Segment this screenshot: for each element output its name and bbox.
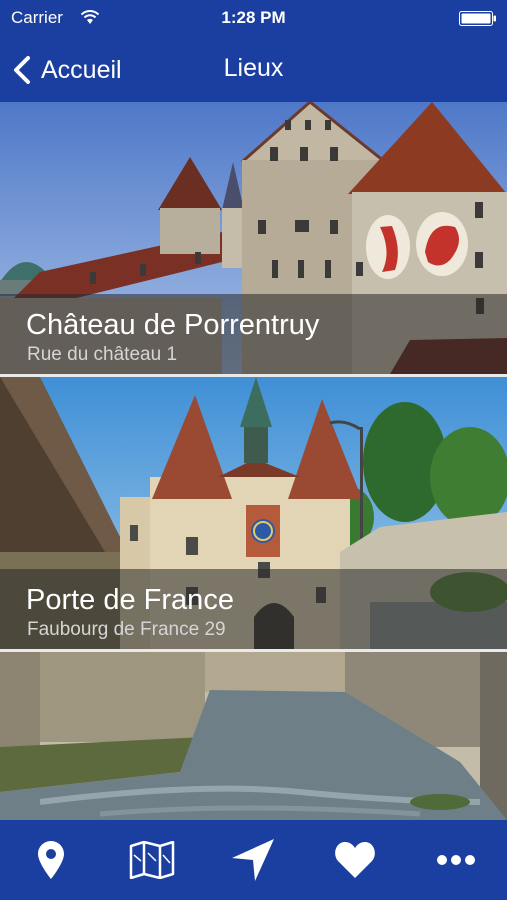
battery-icon bbox=[459, 11, 496, 26]
tab-more[interactable] bbox=[426, 830, 486, 890]
place-name: Porte de France bbox=[26, 584, 234, 616]
location-pin-icon bbox=[37, 841, 64, 879]
place-card[interactable] bbox=[0, 652, 507, 820]
river-photo bbox=[0, 652, 507, 820]
navigation-arrow-icon bbox=[232, 839, 275, 881]
place-address: Faubourg de France 29 bbox=[27, 619, 226, 640]
status-bar: Carrier 1:28 PM bbox=[0, 0, 507, 38]
page-title: Lieux bbox=[223, 54, 284, 82]
tab-navigation[interactable] bbox=[223, 830, 283, 890]
tab-favorites[interactable] bbox=[325, 830, 385, 890]
place-card[interactable]: Porte de France Faubourg de France 29 bbox=[0, 377, 507, 649]
navigation-bar: Accueil Lieux bbox=[0, 38, 507, 102]
tab-map[interactable] bbox=[122, 830, 182, 890]
tab-bar bbox=[0, 820, 507, 900]
place-card[interactable]: Château de Porrentruy Rue du château 1 bbox=[0, 102, 507, 374]
more-icon bbox=[437, 855, 476, 865]
heart-icon bbox=[335, 842, 375, 878]
map-icon bbox=[129, 841, 175, 879]
place-name: Château de Porrentruy bbox=[26, 309, 320, 341]
clock: 1:28 PM bbox=[221, 8, 286, 27]
places-list[interactable]: Château de Porrentruy Rue du château 1 P… bbox=[0, 102, 507, 820]
tab-location[interactable] bbox=[21, 830, 81, 890]
place-address: Rue du château 1 bbox=[27, 344, 178, 365]
